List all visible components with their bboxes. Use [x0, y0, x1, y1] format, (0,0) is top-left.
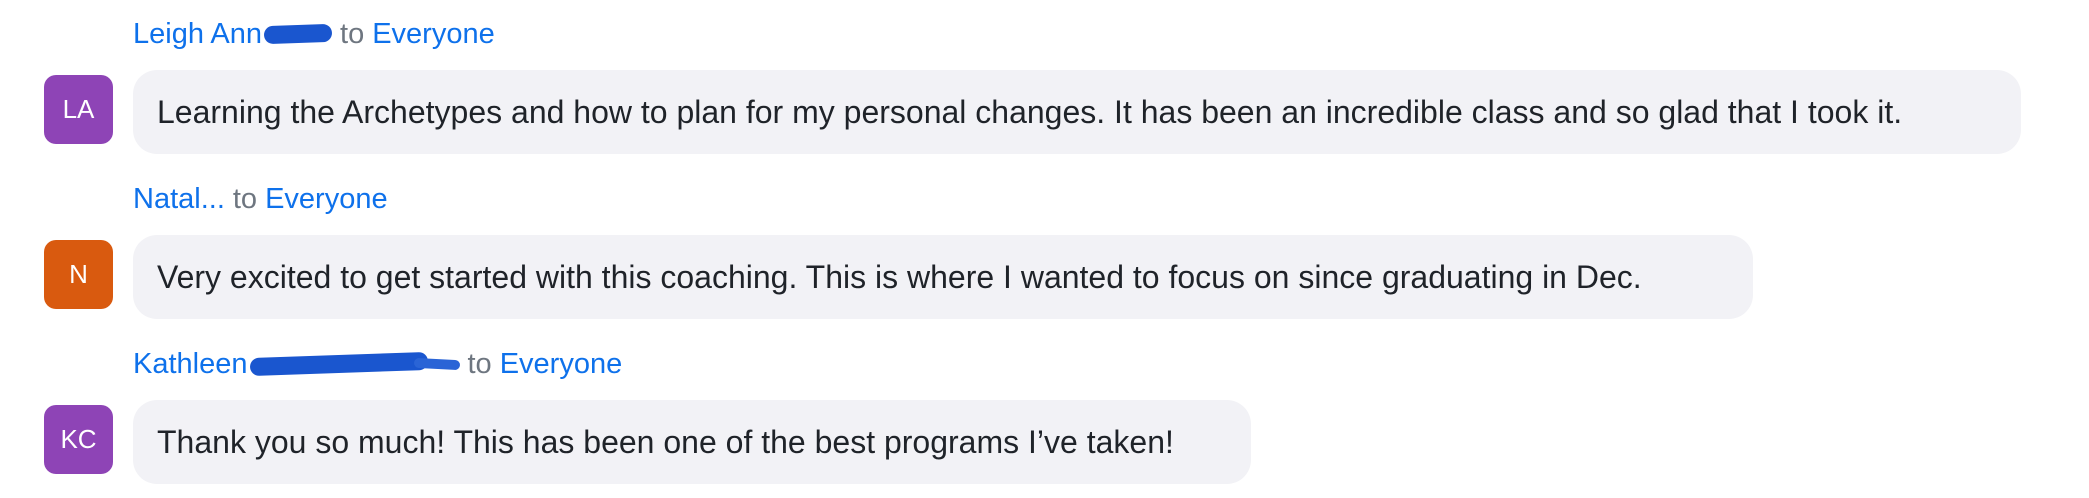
to-label: to — [467, 347, 492, 380]
message-bubble: Very excited to get started with this co… — [133, 235, 1753, 319]
message-text: Very excited to get started with this co… — [157, 258, 1642, 295]
message-header: Kathleen to Everyone — [133, 344, 622, 384]
message-header: Natal... to Everyone — [133, 179, 388, 219]
message-bubble: Learning the Archetypes and how to plan … — [133, 70, 2021, 154]
avatar-initials: KC — [60, 424, 97, 454]
sender-name[interactable]: Kathleen — [133, 348, 248, 381]
recipient-name[interactable]: Everyone — [265, 183, 388, 216]
avatar-initials: N — [69, 259, 88, 289]
sender-name[interactable]: Leigh Ann — [133, 18, 262, 51]
sender-name[interactable]: Natal... — [133, 183, 225, 216]
message-text: Thank you so much! This has been one of … — [157, 423, 1174, 460]
avatar: N — [44, 240, 113, 309]
redaction-mark — [249, 351, 428, 377]
recipient-name[interactable]: Everyone — [500, 348, 623, 381]
recipient-name[interactable]: Everyone — [372, 18, 495, 51]
avatar-initials: LA — [62, 94, 95, 124]
to-label: to — [232, 182, 258, 215]
avatar: LA — [44, 75, 113, 144]
message-bubble: Thank you so much! This has been one of … — [133, 400, 1251, 484]
message-header: Leigh Ann to Everyone — [133, 14, 495, 54]
redaction-mark — [263, 23, 333, 45]
to-label: to — [340, 17, 365, 50]
avatar: KC — [44, 405, 113, 474]
message-text: Learning the Archetypes and how to plan … — [157, 93, 1903, 130]
